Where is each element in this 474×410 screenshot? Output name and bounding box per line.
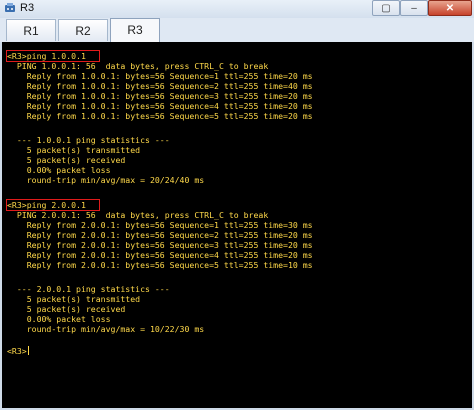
terminal-line: Reply from 1.0.0.1: bytes=56 Sequence=1 … bbox=[7, 71, 313, 81]
router-app-icon bbox=[5, 3, 15, 12]
terminal-line: Reply from 2.0.0.1: bytes=56 Sequence=4 … bbox=[7, 250, 313, 260]
terminal-line: 0.00% packet loss bbox=[7, 314, 111, 324]
terminal-line: <R3>ping 2.0.0.1 bbox=[7, 200, 86, 210]
terminal-line: Reply from 2.0.0.1: bytes=56 Sequence=1 … bbox=[7, 220, 313, 230]
tab-r2[interactable]: R2 bbox=[58, 19, 108, 41]
terminal-line: 5 packet(s) received bbox=[7, 155, 126, 165]
terminal-line: Reply from 2.0.0.1: bytes=56 Sequence=3 … bbox=[7, 240, 313, 250]
terminal-line: 5 packet(s) transmitted bbox=[7, 294, 141, 304]
terminal-line: --- 2.0.0.1 ping statistics --- bbox=[7, 284, 170, 294]
tab-bar: R1 R2 R3 bbox=[0, 18, 474, 42]
terminal-line: 0.00% packet loss bbox=[7, 165, 111, 175]
terminal-line: Reply from 1.0.0.1: bytes=56 Sequence=5 … bbox=[7, 111, 313, 121]
terminal-line: PING 2.0.0.1: 56 data bytes, press CTRL_… bbox=[7, 210, 269, 220]
terminal-line: Reply from 1.0.0.1: bytes=56 Sequence=2 … bbox=[7, 81, 313, 91]
minimize-button[interactable]: – bbox=[400, 0, 428, 16]
close-button[interactable]: ✕ bbox=[428, 0, 472, 16]
terminal-line: Reply from 1.0.0.1: bytes=56 Sequence=4 … bbox=[7, 101, 313, 111]
terminal-line: PING 1.0.0.1: 56 data bytes, press CTRL_… bbox=[7, 61, 269, 71]
terminal-line: --- 1.0.0.1 ping statistics --- bbox=[7, 135, 170, 145]
terminal-line: Reply from 1.0.0.1: bytes=56 Sequence=3 … bbox=[7, 91, 313, 101]
terminal-line: Reply from 2.0.0.1: bytes=56 Sequence=5 … bbox=[7, 260, 313, 270]
terminal-line: <R3>ping 1.0.0.1 bbox=[7, 51, 86, 61]
terminal-line: round-trip min/avg/max = 10/22/30 ms bbox=[7, 324, 205, 334]
terminal-console[interactable]: <R3>ping 1.0.0.1 PING 1.0.0.1: 56 data b… bbox=[2, 42, 472, 408]
tab-r1[interactable]: R1 bbox=[6, 19, 56, 41]
restore-button[interactable]: ▢ bbox=[372, 0, 400, 16]
window-title: R3 bbox=[20, 2, 35, 14]
terminal-line: 5 packet(s) transmitted bbox=[7, 145, 141, 155]
tab-r3[interactable]: R3 bbox=[110, 18, 160, 42]
terminal-prompt: <R3> bbox=[7, 346, 29, 356]
title-bar: R3 ▢ – ✕ bbox=[0, 0, 474, 19]
terminal-line: Reply from 2.0.0.1: bytes=56 Sequence=2 … bbox=[7, 230, 313, 240]
terminal-line: round-trip min/avg/max = 20/24/40 ms bbox=[7, 175, 205, 185]
terminal-line: 5 packet(s) received bbox=[7, 304, 126, 314]
text-cursor bbox=[27, 346, 29, 355]
